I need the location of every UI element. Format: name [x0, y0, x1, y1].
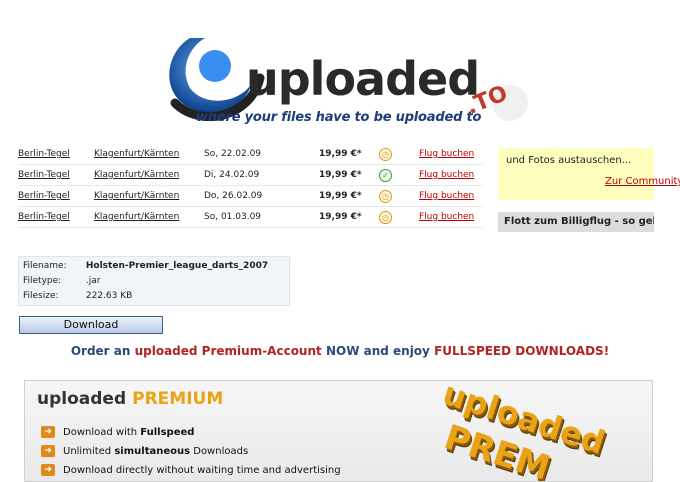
file-size-label: Filesize:	[23, 291, 59, 301]
feature-text-post: Downloads	[190, 446, 249, 457]
availability-cell: ✓	[379, 164, 419, 186]
flight-row: Berlin-Tegel Klagenfurt/Kärnten Di, 24.02.…	[18, 164, 483, 186]
community-link[interactable]: Zur Community	[605, 176, 680, 187]
cheap-flight-ad[interactable]: Flott zum Billigflug - so geht's	[498, 212, 654, 232]
clock-icon: ◷	[379, 189, 392, 203]
availability-cell: ◷	[379, 206, 419, 228]
flight-destination-link[interactable]: Klagenfurt/Kärnten	[94, 164, 204, 186]
file-name-value: Holsten-Premier_league_darts_2007	[85, 261, 269, 271]
flight-origin-link[interactable]: Berlin-Tegel	[18, 185, 94, 207]
flight-origin-link[interactable]: Berlin-Tegel	[18, 206, 94, 228]
cheap-flight-ad-title: Flott zum Billigflug - so geht's	[504, 216, 654, 227]
flight-date: So, 01.03.09	[204, 206, 319, 228]
community-ad-text: und Fotos austauschen...	[506, 155, 632, 166]
availability-cell: ◷	[379, 144, 419, 165]
file-name-label: Filename:	[23, 261, 67, 271]
flight-row: Berlin-Tegel Klagenfurt/Kärnten Do, 26.02.…	[18, 185, 483, 207]
file-size-row: Filesize: 222.63 KB	[23, 291, 132, 301]
availability-cell: ◷	[379, 185, 419, 207]
premium-logo-gold: PREMIUM	[132, 389, 224, 409]
arrow-right-icon: ➜	[41, 426, 55, 438]
checkmark-icon: ✓	[379, 168, 392, 182]
flight-price: 19,99 €*	[319, 164, 379, 186]
flight-row: Berlin-Tegel Klagenfurt/Kärnten So, 01.03.…	[18, 206, 483, 228]
feature-text: Download directly without waiting time a…	[63, 465, 341, 476]
file-type-label: Filetype:	[23, 276, 62, 286]
clock-icon: ◷	[379, 147, 392, 161]
feature-text: Download with	[63, 427, 141, 438]
promo-part-1: Order an	[70, 344, 135, 358]
premium-feature: ➜ Unlimited simultaneous Downloads	[41, 445, 248, 457]
file-type-value: .jar	[85, 276, 101, 286]
premium-promo-text[interactable]: Order an uploaded Premium-Account NOW an…	[0, 344, 680, 358]
brand-tagline: where your files have to be uploaded to	[196, 110, 482, 125]
flight-price: 19,99 €*	[319, 144, 379, 165]
feature-bold: simultaneous	[114, 446, 191, 457]
feature-text: Unlimited	[63, 446, 115, 457]
book-flight-link[interactable]: Flug buchen	[419, 144, 483, 165]
premium-logo: uploaded PREMIUM	[37, 389, 223, 409]
flight-origin-link[interactable]: Berlin-Tegel	[18, 164, 94, 186]
promo-part-3: NOW and enjoy	[321, 344, 435, 358]
file-type-row: Filetype: .jar	[23, 276, 100, 286]
promo-part-2: uploaded Premium-Account	[134, 344, 322, 358]
flight-date: Do, 26.02.09	[204, 185, 319, 207]
file-info-box: Filename: Holsten-Premier_league_darts_2…	[18, 256, 290, 306]
file-name-row: Filename: Holsten-Premier_league_darts_2…	[23, 261, 268, 271]
flight-destination-link[interactable]: Klagenfurt/Kärnten	[94, 206, 204, 228]
flight-destination-link[interactable]: Klagenfurt/Kärnten	[94, 144, 204, 165]
download-button[interactable]: Download	[19, 316, 163, 334]
brand-name: uploaded	[246, 52, 480, 106]
community-ad: und Fotos austauschen... Zur Community	[498, 148, 680, 200]
book-flight-link[interactable]: Flug buchen	[419, 164, 483, 186]
feature-bold: Fullspeed	[140, 427, 195, 438]
premium-feature: ➜ Download with Fullspeed	[41, 426, 194, 438]
flight-row: Berlin-Tegel Klagenfurt/Kärnten So, 22.02.…	[18, 144, 483, 165]
premium-feature: ➜ Download directly without waiting time …	[41, 464, 341, 476]
flight-offers-table: Berlin-Tegel Klagenfurt/Kärnten So, 22.02.…	[18, 144, 484, 234]
flight-price: 19,99 €*	[319, 185, 379, 207]
file-size-value: 222.63 KB	[85, 291, 133, 301]
flight-origin-link[interactable]: Berlin-Tegel	[18, 144, 94, 165]
flight-price: 19,99 €*	[319, 206, 379, 228]
promo-part-4: FULLSPEED DOWNLOADS!	[434, 344, 610, 358]
flight-date: So, 22.02.09	[204, 144, 319, 165]
flight-destination-link[interactable]: Klagenfurt/Kärnten	[94, 185, 204, 207]
premium-logo-word: uploaded	[37, 389, 127, 409]
flight-date: Di, 24.02.09	[204, 164, 319, 186]
uploaded-logo[interactable]: uploaded .TO where your files have to be…	[160, 8, 530, 143]
arrow-right-icon: ➜	[41, 445, 55, 457]
book-flight-link[interactable]: Flug buchen	[419, 185, 483, 207]
arrow-right-icon: ➜	[41, 464, 55, 476]
clock-icon: ◷	[379, 210, 392, 224]
book-flight-link[interactable]: Flug buchen	[419, 206, 483, 228]
premium-banner[interactable]: uploaded PREMIUM ➜ Download with Fullspeed…	[24, 380, 653, 482]
